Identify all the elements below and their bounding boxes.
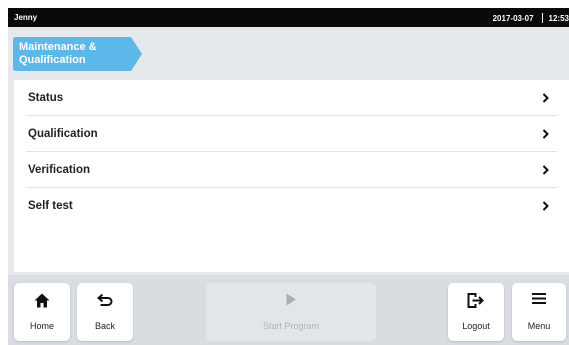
- chevron-right-icon: [542, 165, 549, 175]
- breadcrumb-line-2: Qualification: [19, 54, 86, 66]
- chevron-right-icon: [542, 129, 549, 139]
- menu-list: Status Qualification Verification Self t…: [14, 80, 569, 272]
- logout-button[interactable]: Logout: [448, 283, 504, 341]
- current-user: Jenny: [14, 13, 38, 22]
- current-time: 12:53: [548, 14, 569, 23]
- bottom-navigation-bar: Home Back Start Program Logout Menu: [8, 275, 569, 345]
- home-button[interactable]: Home: [14, 283, 70, 341]
- menu-item-qualification[interactable]: Qualification: [14, 116, 569, 152]
- hamburger-menu-icon: [532, 293, 546, 304]
- menu-item-label: Self test: [28, 200, 73, 212]
- status-bar: Jenny 2017-03-07 12:53: [8, 8, 569, 27]
- menu-item-label: Qualification: [28, 128, 98, 140]
- instrument-screen: Jenny 2017-03-07 12:53 Maintenance & Qual…: [8, 8, 569, 345]
- menu-item-status[interactable]: Status: [14, 80, 569, 116]
- menu-button[interactable]: Menu: [512, 283, 566, 341]
- back-button-label: Back: [94, 321, 115, 331]
- menu-item-self-test[interactable]: Self test: [14, 188, 569, 224]
- chevron-right-icon: [542, 201, 549, 211]
- play-icon: [286, 293, 296, 306]
- menu-item-verification[interactable]: Verification: [14, 152, 569, 188]
- current-date: 2017-03-07: [492, 14, 534, 23]
- breadcrumb-label: Maintenance & Qualification: [19, 41, 129, 67]
- back-arrow-icon: [96, 293, 113, 306]
- menu-item-label: Verification: [28, 164, 90, 176]
- status-separator: [541, 13, 543, 23]
- logout-icon: [467, 293, 484, 308]
- back-button[interactable]: Back: [77, 283, 133, 341]
- menu-item-label: Status: [28, 92, 64, 104]
- home-button-label: Home: [29, 321, 54, 331]
- breadcrumb[interactable]: Maintenance & Qualification: [13, 37, 142, 71]
- logout-button-label: Logout: [462, 321, 490, 331]
- start-program-button-label: Start Program: [262, 321, 320, 331]
- date-time: 2017-03-07 12:53: [493, 13, 569, 23]
- home-icon: [34, 293, 50, 308]
- breadcrumb-line-1: Maintenance &: [19, 41, 97, 53]
- start-program-button[interactable]: Start Program: [206, 283, 376, 341]
- chevron-right-icon: [542, 93, 549, 103]
- menu-button-label: Menu: [527, 321, 551, 331]
